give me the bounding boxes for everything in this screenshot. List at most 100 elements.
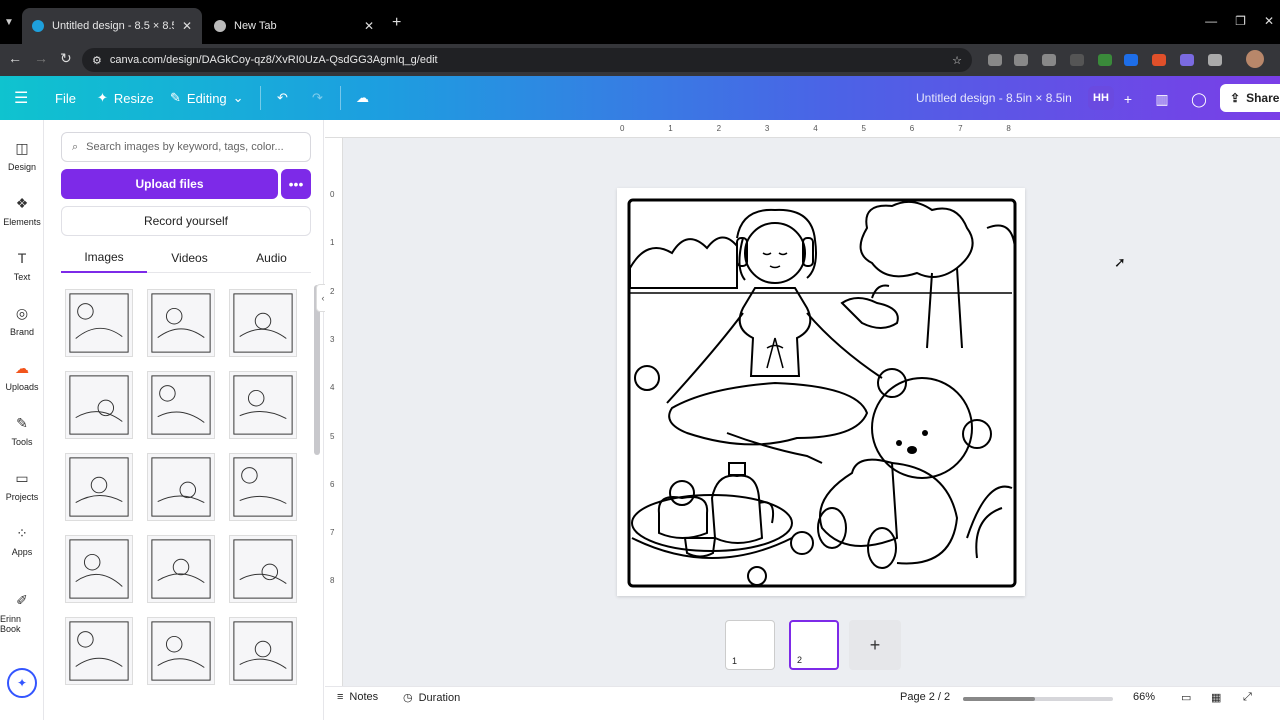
cloud-save-icon[interactable]: ☁: [356, 76, 369, 120]
url-field[interactable]: ⚙ canva.com/design/DAGkCoy-qz8/XvRI0UzA-…: [82, 48, 972, 72]
uploaded-image-thumbnail[interactable]: [147, 289, 215, 357]
uploaded-image-thumbnail[interactable]: [229, 371, 297, 439]
rail-item-label: Erinn Book: [0, 614, 22, 634]
rail-item-erinn-book[interactable]: ✐ Erinn Book: [0, 592, 44, 634]
zoom-level[interactable]: 66%: [1133, 691, 1155, 703]
rail-item-text[interactable]: T Text: [0, 250, 44, 282]
browser-tab-active[interactable]: Untitled design - 8.5 × 8.5in - C ✕: [22, 8, 202, 44]
back-icon[interactable]: ←: [8, 50, 22, 66]
site-info-icon[interactable]: ⚙: [92, 54, 102, 67]
restore-icon[interactable]: ❐: [1235, 14, 1246, 28]
page-thumbnail-2[interactable]: 2: [789, 620, 839, 670]
duration-button[interactable]: ◷ Duration: [403, 691, 460, 705]
extension-icon[interactable]: [1042, 54, 1056, 66]
tab-audio[interactable]: Audio: [232, 243, 311, 273]
close-window-icon[interactable]: ✕: [1264, 14, 1274, 28]
rail-item-tools[interactable]: ✎ Tools: [0, 415, 44, 447]
brand-icon: ◎: [15, 305, 29, 321]
window-controls: — ❐ ✕: [1205, 14, 1274, 28]
rail-item-label: Design: [7, 162, 36, 172]
rail-item-apps[interactable]: ⁘ Apps: [0, 525, 44, 557]
add-page-button[interactable]: +: [849, 620, 901, 670]
share-button[interactable]: ⇪ Share: [1220, 84, 1280, 112]
insights-chart-icon[interactable]: ▥: [1150, 88, 1174, 110]
rail-item-uploads[interactable]: ☁ Uploads: [0, 360, 44, 392]
forward-icon[interactable]: →: [34, 50, 48, 66]
uploaded-image-thumbnail[interactable]: [65, 289, 133, 357]
resize-button[interactable]: ✦ Resize: [97, 76, 154, 120]
extension-icon[interactable]: [988, 54, 1002, 66]
new-tab-button[interactable]: +: [392, 14, 401, 32]
browser-address-bar: ← → ↻ ⚙ canva.com/design/DAGkCoy-qz8/XvR…: [0, 44, 1280, 76]
uploaded-image-thumbnail[interactable]: [65, 371, 133, 439]
add-collaborator-button[interactable]: +: [1116, 88, 1140, 110]
rail-item-elements[interactable]: ❖ Elements: [0, 195, 44, 227]
uploaded-image-thumbnail[interactable]: [229, 617, 297, 685]
comments-icon[interactable]: ◯: [1187, 88, 1211, 110]
mouse-cursor-icon: ➚: [1114, 254, 1126, 270]
ruler-tick-label: 5: [861, 124, 866, 133]
extension-icon[interactable]: [1180, 54, 1194, 66]
design-page[interactable]: [617, 188, 1025, 596]
rail-item-projects[interactable]: ▭ Projects: [0, 470, 44, 502]
profile-avatar[interactable]: [1246, 50, 1264, 68]
redo-icon[interactable]: ↷: [312, 76, 323, 120]
tab-images[interactable]: Images: [61, 243, 147, 273]
uploaded-image-thumbnail[interactable]: [147, 453, 215, 521]
rail-item-label: Tools: [11, 437, 33, 447]
undo-icon[interactable]: ↶: [277, 76, 288, 120]
uploaded-image-thumbnail[interactable]: [147, 535, 215, 603]
tab-search-icon[interactable]: ▼: [4, 17, 14, 28]
header-divider: [260, 86, 261, 110]
file-menu-button[interactable]: File: [55, 76, 76, 120]
more-options-button[interactable]: •••: [281, 169, 311, 199]
rail-item-design[interactable]: ◫ Design: [0, 140, 44, 172]
uploaded-image-thumbnail[interactable]: [65, 535, 133, 603]
search-input[interactable]: ⌕ Search images by keyword, tags, color.…: [61, 132, 311, 162]
uploaded-image-thumbnail[interactable]: [147, 617, 215, 685]
ruler-tick-label: 2: [716, 124, 722, 133]
rail-item-label: Brand: [9, 327, 35, 337]
page-thumbnail-1[interactable]: 1: [725, 620, 775, 670]
rail-item-brand[interactable]: ◎ Brand: [0, 305, 44, 337]
minimize-icon[interactable]: —: [1205, 14, 1217, 28]
tab-videos[interactable]: Videos: [147, 243, 232, 273]
record-yourself-button[interactable]: Record yourself: [61, 206, 311, 236]
uploaded-image-thumbnail[interactable]: [65, 453, 133, 521]
notes-button[interactable]: ≡ Notes: [337, 691, 378, 703]
grid-view-icon[interactable]: ▦: [1211, 691, 1221, 704]
browser-tab-newtab[interactable]: New Tab ✕: [204, 8, 384, 44]
tab-close-icon[interactable]: ✕: [182, 19, 192, 33]
uploads-panel: ⌕ Search images by keyword, tags, color.…: [44, 120, 324, 720]
ruler-tick-label: 4: [330, 383, 335, 393]
editing-mode-button[interactable]: ✎ Editing ⌄: [170, 76, 244, 120]
main-menu-icon[interactable]: ☰: [14, 76, 28, 120]
design-icon: ◫: [15, 140, 29, 156]
tab-close-icon[interactable]: ✕: [364, 19, 374, 33]
reload-icon[interactable]: ↻: [60, 50, 72, 67]
page-indicator[interactable]: Page 2 / 2: [900, 691, 950, 703]
magic-assistant-button[interactable]: ✦: [7, 668, 37, 698]
extension-icon[interactable]: [1098, 54, 1112, 66]
zoom-slider[interactable]: [963, 697, 1113, 701]
extensions-puzzle-icon[interactable]: [1208, 54, 1222, 66]
uploaded-image-thumbnail[interactable]: [229, 535, 297, 603]
fullscreen-icon[interactable]: ⤢: [1243, 691, 1252, 704]
uploaded-image-thumbnail[interactable]: [229, 289, 297, 357]
uploaded-image-thumbnail[interactable]: [147, 371, 215, 439]
document-title[interactable]: Untitled design - 8.5in × 8.5in: [916, 91, 1072, 105]
user-avatar[interactable]: HH: [1088, 86, 1114, 110]
page-number: 1: [732, 656, 738, 666]
upload-files-button[interactable]: Upload files: [61, 169, 278, 199]
uploaded-image-thumbnail[interactable]: [65, 617, 133, 685]
resize-label: Resize: [113, 90, 154, 106]
rail-item-label: Elements: [3, 217, 41, 227]
projects-folder-icon: ▭: [15, 470, 29, 486]
extension-icon[interactable]: [1124, 54, 1138, 66]
extension-icon[interactable]: [1152, 54, 1166, 66]
page-view-icon[interactable]: ▭: [1181, 691, 1191, 704]
uploaded-image-thumbnail[interactable]: [229, 453, 297, 521]
extension-icon[interactable]: [1070, 54, 1084, 66]
bookmark-star-icon[interactable]: ☆: [952, 54, 962, 67]
extension-icon[interactable]: [1014, 54, 1028, 66]
